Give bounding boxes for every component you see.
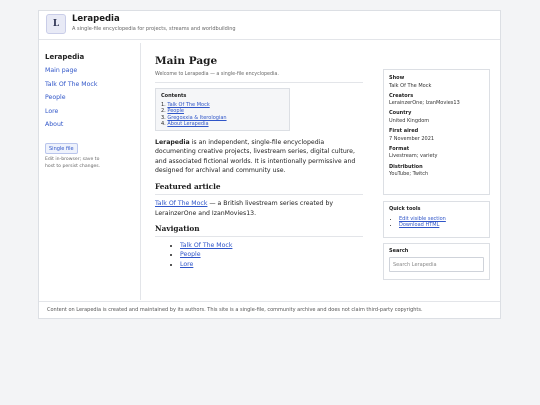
- featured-heading: Featured article: [155, 182, 363, 196]
- navigation-heading: Navigation: [155, 224, 363, 237]
- list-item: Lore: [180, 260, 363, 269]
- site-logo[interactable]: L: [46, 14, 66, 34]
- search-box: Search: [383, 243, 490, 280]
- toc-link-people[interactable]: People: [167, 108, 184, 114]
- single-file-badge: Single file: [45, 143, 78, 154]
- toc-item-number: 1.: [161, 102, 166, 108]
- infobox-label: Country: [389, 110, 412, 117]
- infobox-label: Format: [389, 145, 410, 152]
- intro-paragraph: Lerapedia is an independent, single-file…: [155, 138, 365, 175]
- sidebar-item-lore[interactable]: Lore: [45, 108, 135, 115]
- sidebar-item-main-page[interactable]: Main page: [45, 67, 135, 74]
- toc-item-number: 4.: [161, 120, 166, 127]
- table-of-contents: Contents 1. Talk Of The Mock 2. People 3…: [155, 88, 290, 132]
- quick-tools-list: Edit visible section Download HTML: [389, 216, 484, 228]
- infobox-value: 7 November 2021: [389, 135, 435, 142]
- toc-item: 4. About Lerapedia: [161, 121, 284, 127]
- list-item: Download HTML: [399, 222, 484, 228]
- content-divider: [140, 43, 141, 300]
- sidebar-item-talk-of-the-mock[interactable]: Talk Of The Mock: [45, 81, 135, 88]
- toc-link-talk-of-the-mock[interactable]: Talk Of The Mock: [167, 102, 209, 108]
- sidebar-note: Edit in-browser; save to host to persist…: [45, 157, 101, 169]
- infobox-value: LerainzerOne; IzanMovies13: [389, 100, 460, 107]
- infobox-label: Show: [389, 75, 405, 81]
- nav-link-lore[interactable]: Lore: [180, 261, 193, 268]
- infobox-value: YouTube; Twitch: [389, 171, 429, 178]
- sidebar-item-people[interactable]: People: [45, 94, 135, 101]
- toc-item-number: 3.: [161, 114, 166, 121]
- sidebar: Lerapedia Main page Talk Of The Mock Peo…: [45, 53, 135, 170]
- nav-link-people[interactable]: People: [180, 251, 201, 258]
- toc-link-about[interactable]: About Lerapedia: [167, 121, 208, 127]
- featured-link[interactable]: Talk Of The Mock: [155, 200, 207, 207]
- search-heading: Search: [389, 248, 409, 254]
- infobox-label: First aired: [389, 128, 419, 135]
- toc-link-gregoxxia[interactable]: Gregoxxia & Iterologian: [167, 115, 226, 121]
- toc-item-number: 2.: [161, 108, 166, 115]
- toc-heading: Contents: [161, 93, 187, 99]
- sidebar-item-about[interactable]: About: [45, 121, 135, 128]
- site-tagline: A single-file encyclopedia for projects,…: [72, 26, 236, 32]
- search-input[interactable]: [389, 257, 484, 272]
- infobox: Show Talk Of The Mock Creators Lerainzer…: [383, 69, 490, 195]
- list-item: People: [180, 250, 363, 259]
- quick-tools-box: Quick tools Edit visible section Downloa…: [383, 201, 490, 238]
- infobox-value: United Kingdom: [389, 117, 430, 124]
- page-container: L Lerapedia A single-file encyclopedia f…: [38, 10, 501, 319]
- site-title[interactable]: Lerapedia: [72, 14, 120, 24]
- site-header: L Lerapedia A single-file encyclopedia f…: [39, 11, 500, 40]
- intro-bold-name: Lerapedia: [155, 139, 190, 147]
- download-html-link[interactable]: Download HTML: [399, 222, 439, 228]
- infobox-label: Distribution: [389, 163, 423, 170]
- footer-text: Content on Lerapedia is created and main…: [47, 307, 423, 313]
- navigation-list: Talk Of The Mock People Lore: [155, 241, 363, 269]
- sidebar-heading: Lerapedia: [45, 53, 85, 61]
- nav-link-talk-of-the-mock[interactable]: Talk Of The Mock: [180, 242, 232, 249]
- infobox-label: Creators: [389, 92, 414, 99]
- infobox-value: Talk Of The Mock: [389, 82, 432, 89]
- welcome-text: Welcome to Lerapedia — a single-file enc…: [155, 72, 363, 83]
- quick-tools-heading: Quick tools: [389, 206, 421, 212]
- page-title: Main Page: [155, 55, 218, 67]
- main-content: Main Page Welcome to Lerapedia — a singl…: [155, 55, 363, 269]
- featured-body: Talk Of The Mock — a British livestream …: [155, 199, 363, 218]
- infobox-value: Livestream; variety: [389, 153, 438, 160]
- list-item: Talk Of The Mock: [180, 241, 363, 250]
- site-footer: Content on Lerapedia is created and main…: [39, 301, 500, 318]
